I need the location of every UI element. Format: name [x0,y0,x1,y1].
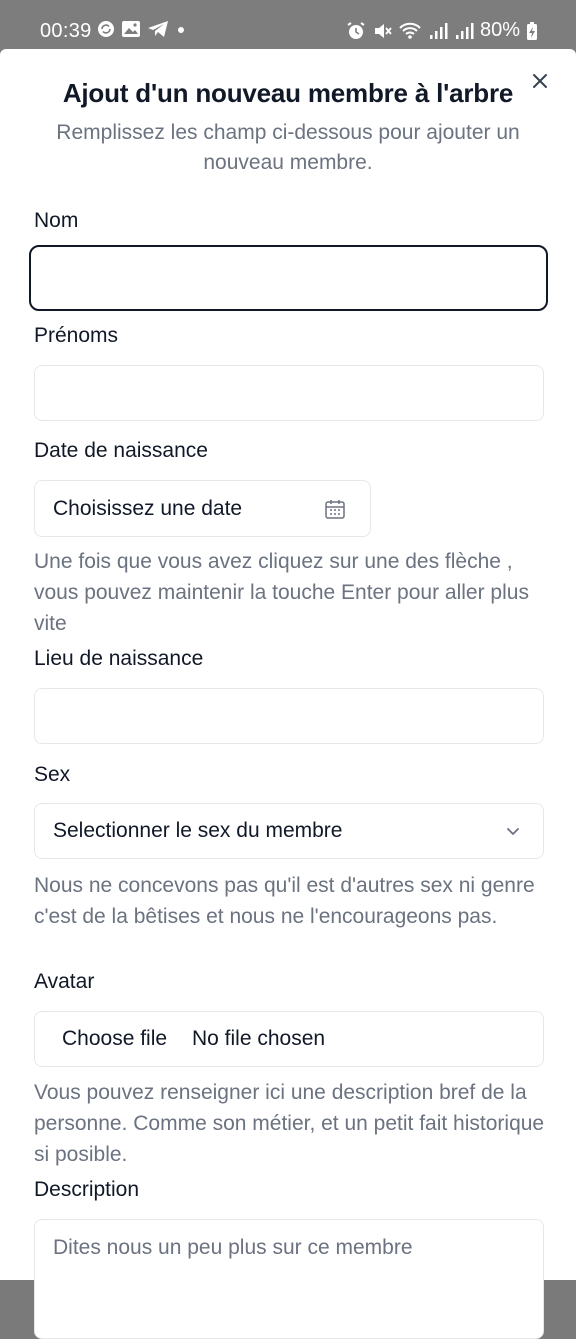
sex-label: Sex [34,763,71,786]
telegram-icon [148,21,168,37]
dialog-title: Ajout d'un nouveau membre à l'arbre [62,78,514,108]
avatar-label: Avatar [34,970,95,993]
mute-icon [374,23,392,38]
lieu-naissance-label: Lieu de naissance [34,647,204,670]
notification-icons [97,20,187,38]
lieu-naissance-input[interactable] [34,688,544,744]
date-placeholder: Choisissez une date [53,496,243,520]
date-naissance-picker[interactable]: Choisissez une date [34,480,371,537]
signal-icon [455,22,474,39]
chevron-down-icon [507,828,519,835]
wifi-icon [399,22,421,39]
add-member-dialog: Ajout d'un nouveau membre à l'arbre Remp… [0,49,576,1339]
system-icons: 80% [346,19,538,42]
date-help-text: Une fois que vous avez cliquez sur une d… [34,550,529,635]
alarm-icon [347,21,365,39]
file-status: No file chosen [192,1027,326,1050]
description-textarea[interactable]: Dites nous un peu plus sur ce membre [34,1219,544,1339]
date-naissance-label: Date de naissance [34,439,208,462]
image-icon [122,21,140,37]
sex-selected-value: Selectionner le sex du membre [53,819,343,842]
prenoms-label: Prénoms [34,324,119,347]
status-time: 00:39 [40,20,92,42]
nom-input[interactable] [29,245,548,311]
status-bar: 00:39 80% [0,0,576,49]
signal-icon [429,22,448,39]
sex-help-text: Nous ne concevons pas qu'il est d'autres… [34,874,535,928]
calendar-icon [325,499,345,519]
dialog-subtitle: Remplissez les champ ci-dessous pour ajo… [56,121,520,174]
nom-label: Nom [34,209,79,232]
choose-file-button[interactable]: Choose file [62,1027,167,1051]
sex-select[interactable]: Selectionner le sex du membre [34,803,544,859]
sync-icon [98,21,114,37]
description-label: Description [34,1178,140,1201]
battery-level: 80% [479,19,520,41]
description-placeholder: Dites nous un peu plus sur ce membre [53,1236,413,1259]
avatar-help-text: Vous pouvez renseigner ici une descripti… [34,1081,545,1166]
prenoms-input[interactable] [34,365,544,421]
battery-charging-icon [527,21,537,40]
dot-icon [178,27,184,33]
avatar-file-input[interactable]: Choose file No file chosen [34,1011,544,1067]
